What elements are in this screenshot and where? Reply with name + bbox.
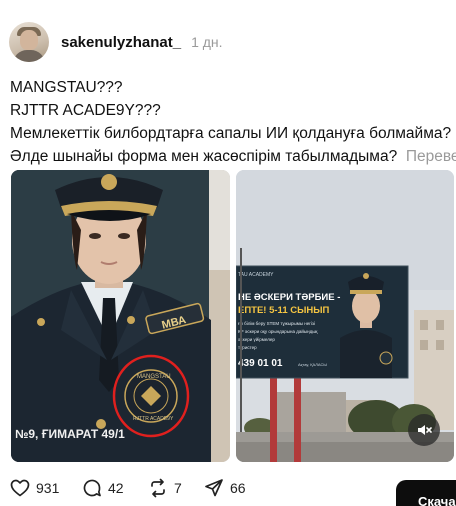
post-time: 1 дн. [191, 34, 223, 50]
comment-count: 42 [108, 480, 124, 496]
comment-bubble-icon [83, 479, 101, 497]
like-action[interactable]: 931 [10, 478, 59, 498]
like-count: 931 [36, 480, 60, 496]
avatar[interactable] [9, 22, 49, 62]
username[interactable]: sakenulyzhanat_ [61, 34, 181, 51]
board-line-1: ғы білім беру STEM тұжырымы негізі [238, 321, 315, 326]
translate-link[interactable]: Перевест [406, 148, 456, 165]
repost-icon [151, 478, 165, 498]
post-line-2: RJTTR ACADE9Y??? [10, 102, 161, 119]
post-text: MANGSTAU??? RJTTR ACADE9Y??? Мемлекеттік… [10, 76, 456, 168]
post-line-1: MANGSTAU??? [10, 79, 123, 96]
board-line-3: әскери үйірмелер [238, 336, 275, 342]
board-headline-1: НЕ ӘСКЕРИ ТӘРБИЕ - [238, 292, 340, 303]
board-phone: 439 01 01 [238, 358, 283, 369]
share-action[interactable]: 66 [204, 478, 246, 498]
board-line-2: ҚР әскери оқу орындарына дайындық [238, 328, 317, 334]
emblem-text-bottom: RJTTR ACADE9Y [133, 416, 174, 422]
repost-count: 7 [174, 480, 182, 496]
speaker-muted-icon [418, 425, 432, 435]
mute-toggle-button[interactable] [408, 414, 440, 446]
post-line-3: Мемлекеттік билбордтарға сапалы ИИ қолда… [10, 125, 452, 142]
board-headline-2: ЕПТЕ! 5-11 СЫНЫП [238, 305, 330, 316]
billboard-address: №9, ҒИМАРАТ 49/1 [15, 427, 125, 441]
download-button[interactable]: Скачать [396, 480, 456, 506]
heart-icon [10, 479, 30, 497]
post-line-4: Әлде шынайы форма мен жасөспірім табылма… [10, 148, 398, 165]
send-icon [205, 479, 223, 497]
board-small-text: Ақтау, ҚАЛАСЫ [298, 362, 327, 367]
post-header: sakenulyzhanat_ 1 дн. [9, 18, 449, 66]
comment-action[interactable]: 42 [82, 478, 124, 498]
share-count: 66 [230, 480, 246, 496]
post-image-billboard-closeup[interactable]: МВА MANGSTAU RJTTR ACADE9Y №9, ҒИМАРАТ 4… [11, 170, 230, 462]
repost-action[interactable]: 7 [148, 478, 182, 498]
emblem-text-top: MANGSTAU [137, 374, 171, 380]
board-top-text: TAU ACADEMY [238, 272, 274, 278]
